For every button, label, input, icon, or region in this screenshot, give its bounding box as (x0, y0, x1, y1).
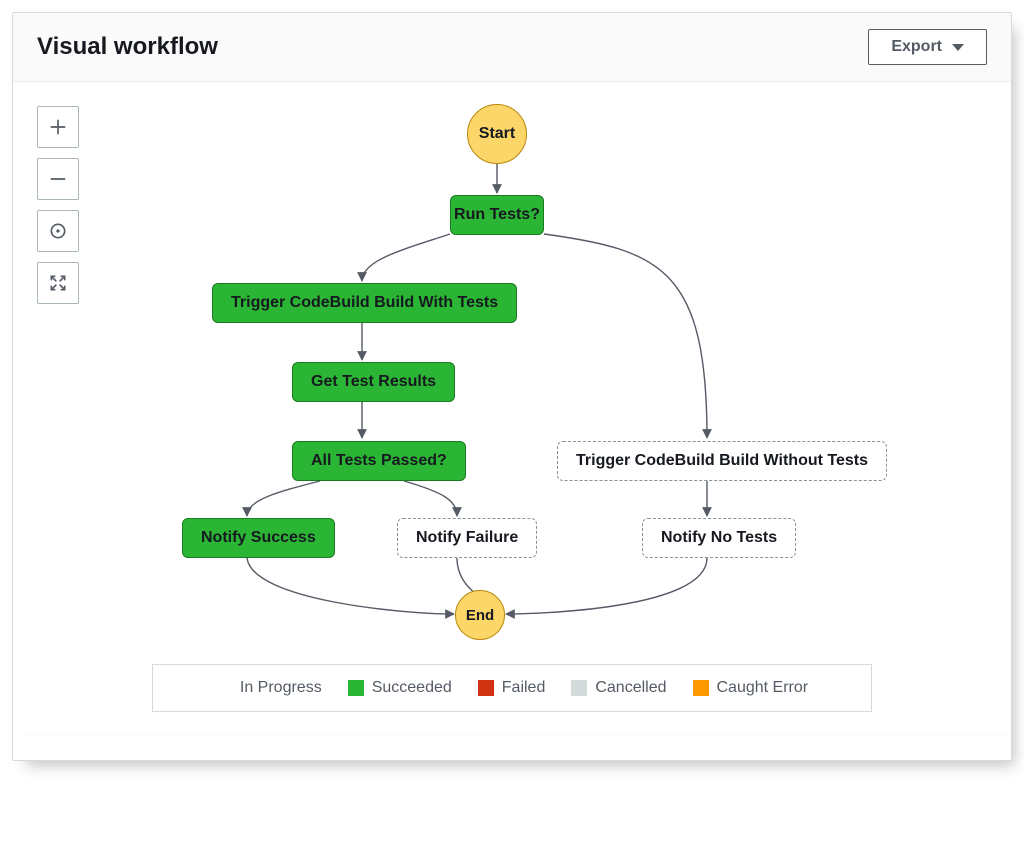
swatch-cancelled (571, 680, 587, 696)
node-all-tests-passed[interactable]: All Tests Passed? (292, 441, 466, 481)
swatch-succeeded (348, 680, 364, 696)
minus-icon (48, 169, 68, 189)
legend-succeeded: Succeeded (348, 679, 452, 697)
graph-legend: In Progress Succeeded Failed Cancelled C… (152, 664, 872, 712)
node-notify-no-tests[interactable]: Notify No Tests (642, 518, 796, 558)
panel-title: Visual workflow (37, 33, 218, 61)
node-trigger-without-tests[interactable]: Trigger CodeBuild Build Without Tests (557, 441, 887, 481)
export-button[interactable]: Export (868, 29, 987, 65)
panel-header: Visual workflow Export (13, 13, 1011, 82)
expand-button[interactable] (37, 262, 79, 304)
node-run-tests[interactable]: Run Tests? (450, 195, 544, 235)
node-end[interactable]: End (455, 590, 505, 640)
visual-workflow-panel: Visual workflow Export (12, 12, 1012, 761)
plus-icon (48, 117, 68, 137)
export-button-label: Export (891, 38, 942, 56)
node-get-test-results[interactable]: Get Test Results (292, 362, 455, 402)
legend-failed: Failed (478, 679, 546, 697)
workflow-graph[interactable]: Start Run Tests? Trigger CodeBuild Build… (102, 100, 922, 656)
node-notify-failure[interactable]: Notify Failure (397, 518, 537, 558)
legend-cancelled: Cancelled (571, 679, 666, 697)
swatch-in-progress (216, 680, 232, 696)
zoom-out-button[interactable] (37, 158, 79, 200)
graph-edges (102, 100, 922, 656)
node-start[interactable]: Start (467, 104, 527, 164)
legend-caught-error: Caught Error (693, 679, 809, 697)
target-icon (48, 221, 68, 241)
panel-body: Start Run Tests? Trigger CodeBuild Build… (13, 82, 1011, 738)
caret-down-icon (952, 44, 964, 51)
graph-toolbar (37, 106, 79, 304)
legend-in-progress: In Progress (216, 679, 322, 697)
swatch-failed (478, 680, 494, 696)
zoom-in-button[interactable] (37, 106, 79, 148)
expand-icon (48, 273, 68, 293)
center-button[interactable] (37, 210, 79, 252)
node-notify-success[interactable]: Notify Success (182, 518, 335, 558)
swatch-caught-error (693, 680, 709, 696)
torn-edge-decoration (13, 738, 1011, 760)
node-trigger-with-tests[interactable]: Trigger CodeBuild Build With Tests (212, 283, 517, 323)
